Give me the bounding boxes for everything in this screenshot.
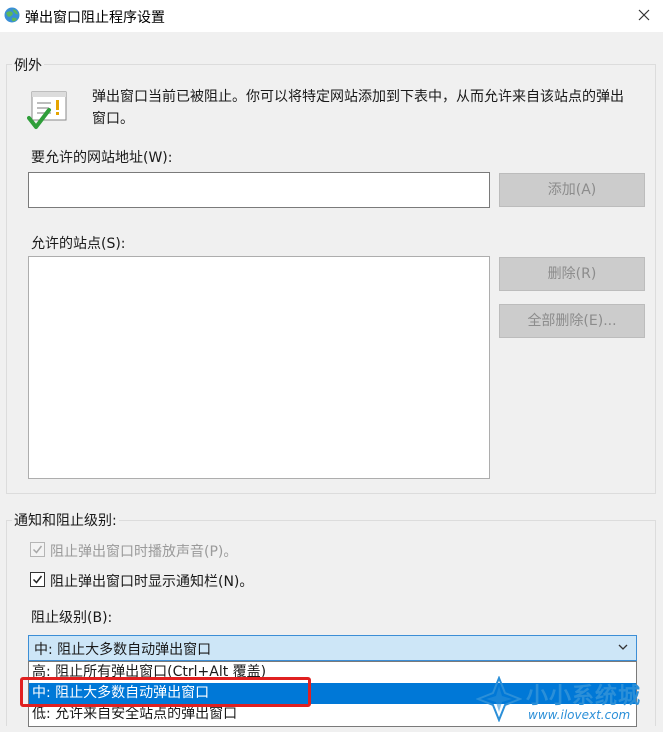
annotation-highlight <box>20 677 311 707</box>
allowed-sites-label: 允许的站点(S): <box>31 236 126 252</box>
notifications-group-label: 通知和阻止级别: <box>12 510 119 530</box>
allowed-sites-list[interactable] <box>28 256 490 479</box>
watermark-title: 小小系统城 <box>526 684 642 709</box>
blocking-level-select[interactable]: 中: 阻止大多数自动弹出窗口 <box>28 635 637 661</box>
watermark-url: www.ilovext.com <box>528 708 631 722</box>
close-button[interactable] <box>631 4 657 28</box>
blocking-level-label: 阻止级别(B): <box>31 610 113 626</box>
remove-button[interactable]: 删除(R) <box>499 257 645 291</box>
blocking-level-value: 中: 阻止大多数自动弹出窗口 <box>34 642 212 658</box>
internet-options-icon <box>3 6 21 24</box>
remove-all-button[interactable]: 全部删除(E)... <box>499 304 645 338</box>
warning-check-icon <box>27 90 71 132</box>
show-notification-bar-checkbox[interactable] <box>30 572 45 587</box>
window-title: 弹出窗口阻止程序设置 <box>25 10 165 26</box>
address-input[interactable] <box>28 172 490 208</box>
title-bar: 弹出窗口阻止程序设置 <box>0 0 663 32</box>
close-icon <box>638 9 650 21</box>
checkmark-icon <box>32 575 43 584</box>
info-description: 弹出窗口当前已被阻止。你可以将特定网站添加到下表中，从而允许来自该站点的弹出窗口… <box>92 89 624 127</box>
exceptions-group-label: 例外 <box>12 55 44 75</box>
checkmark-icon <box>32 545 43 554</box>
address-label: 要允许的网站地址(W): <box>31 150 173 166</box>
show-notification-bar-label: 阻止弹出窗口时显示通知栏(N)。 <box>50 574 254 590</box>
watermark: 小小系统城 www.ilovext.com <box>476 674 656 728</box>
watermark-logo-icon <box>476 676 522 722</box>
chevron-down-icon <box>618 644 628 650</box>
add-button[interactable]: 添加(A) <box>499 173 645 207</box>
play-sound-label: 阻止弹出窗口时播放声音(P)。 <box>50 544 238 560</box>
play-sound-checkbox[interactable] <box>30 542 45 557</box>
